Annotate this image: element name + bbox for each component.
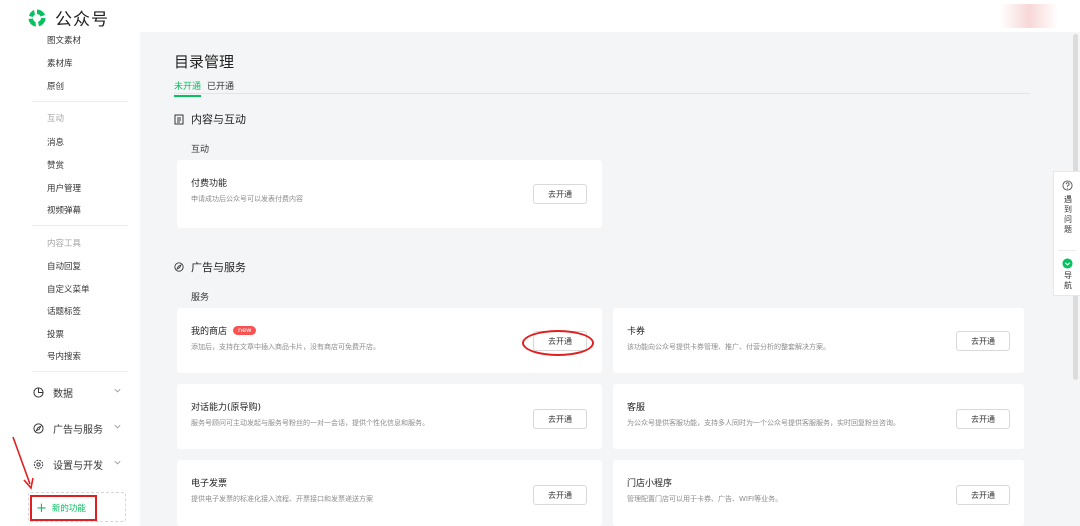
sidebar-item-original[interactable]: 原创 <box>47 80 64 92</box>
top-bar: 公众号 <box>0 0 1080 32</box>
card-coupons: 卡券 该功能向公众号提供卡券管理、推广、付营分析的整套解决方案。 去开通 <box>613 308 1024 373</box>
activate-button[interactable]: 去开通 <box>956 331 1010 351</box>
card-title: 卡券 <box>627 327 646 337</box>
tab-activated[interactable]: 已开通 <box>207 79 234 95</box>
new-feature-label: 新的功能 <box>51 504 86 514</box>
floating-help-panel: 遇到问题 导航 <box>1053 171 1080 296</box>
sidebar-item-articles[interactable]: 图文素材 <box>47 34 81 46</box>
compass-icon <box>33 423 44 434</box>
sidebar-section-data[interactable]: 数据 <box>33 385 121 400</box>
section-content-interaction: 内容与互动 <box>174 111 246 127</box>
tab-not-activated[interactable]: 未开通 <box>174 79 202 97</box>
chart-pie-icon <box>33 387 44 398</box>
chevron-down-icon <box>114 460 121 465</box>
card-title: 对话能力(原导购) <box>191 403 262 413</box>
sidebar: 图文素材 素材库 原创 互动 消息 赞赏 用户管理 视频弹幕 内容工具 自动回复… <box>0 32 140 526</box>
sidebar-group-interaction: 互动 <box>47 114 65 124</box>
card-e-invoice: 电子发票 提供电子发票的标准化接入流程、开票接口和发票递送方案 去开通 <box>177 460 602 526</box>
main-content: 目录管理 未开通 已开通 内容与互动 互动 付费功能 申请成功后公众号可以发表付… <box>140 32 1053 526</box>
highlight-ellipse <box>522 330 594 356</box>
card-store-mini-program: 门店小程序 管理配置门店可以用于卡券、广告、WIFI等业务。 去开通 <box>613 460 1024 526</box>
card-customer-service: 客服 为公众号提供客服功能，支持多人同时为一个公众号提供客服服务，实时回复粉丝咨… <box>613 384 1024 449</box>
sidebar-divider <box>32 225 128 226</box>
wechat-official-logo-icon <box>28 8 46 26</box>
activate-button[interactable]: 去开通 <box>956 485 1010 505</box>
card-desc: 申请成功后公众号可以发表付费内容 <box>191 195 303 203</box>
sidebar-item-video-danmaku[interactable]: 视频弹幕 <box>47 204 81 216</box>
help-label[interactable]: 遇到问题 <box>1064 195 1073 235</box>
question-icon[interactable] <box>1062 180 1073 191</box>
account-avatar[interactable] <box>1000 4 1058 28</box>
section-title: 内容与互动 <box>191 113 246 126</box>
sidebar-section-label: 数据 <box>53 389 73 400</box>
logo[interactable]: 公众号 <box>27 5 109 30</box>
section-title: 广告与服务 <box>191 261 246 274</box>
sidebar-divider <box>32 101 128 102</box>
activate-button[interactable]: 去开通 <box>533 409 587 429</box>
new-badge: new <box>233 325 257 336</box>
chevron-down-icon <box>114 388 121 393</box>
card-desc: 为公众号提供客服功能，支持多人同时为一个公众号提供客服服务，实时回复粉丝咨询。 <box>627 419 900 427</box>
card-title: 我的商店 <box>191 327 228 337</box>
activate-button[interactable]: 去开通 <box>533 184 587 204</box>
section-subtitle: 互动 <box>191 145 210 155</box>
sidebar-item-appreciation[interactable]: 赞赏 <box>47 159 64 171</box>
page-title: 目录管理 <box>174 53 235 71</box>
sidebar-section-settings-dev[interactable]: 设置与开发 <box>33 457 121 472</box>
card-desc: 提供电子发票的标准化接入流程、开票接口和发票递送方案 <box>191 495 373 503</box>
section-ads-services: 广告与服务 <box>174 259 246 275</box>
sidebar-item-material-library[interactable]: 素材库 <box>47 57 73 69</box>
activate-button[interactable]: 去开通 <box>956 409 1010 429</box>
sidebar-item-voting[interactable]: 投票 <box>47 328 64 340</box>
activate-button[interactable]: 去开通 <box>533 485 587 505</box>
new-feature-button[interactable]: + 新的功能 <box>30 495 97 521</box>
panel-divider <box>1058 250 1076 251</box>
nav-label[interactable]: 导航 <box>1064 271 1073 291</box>
sidebar-divider <box>32 371 128 372</box>
document-icon <box>174 114 184 124</box>
section-subtitle: 服务 <box>191 293 210 303</box>
card-paid-feature: 付费功能 申请成功后公众号可以发表付费内容 去开通 <box>177 160 602 228</box>
tab-bar: 未开通 已开通 <box>174 79 1030 97</box>
sidebar-item-in-account-search[interactable]: 号内搜索 <box>47 350 81 362</box>
card-title: 门店小程序 <box>627 479 673 489</box>
chevron-down-icon <box>114 424 121 429</box>
plus-icon: + <box>36 500 47 516</box>
app-title: 公众号 <box>55 10 109 30</box>
compass-icon <box>174 262 184 272</box>
card-desc: 管理配置门店可以用于卡券、广告、WIFI等业务。 <box>627 495 783 503</box>
navigation-icon[interactable] <box>1062 258 1073 269</box>
sidebar-group-tools: 内容工具 <box>47 239 82 249</box>
card-title: 电子发票 <box>191 479 228 489</box>
card-title: 付费功能 <box>191 179 228 189</box>
sidebar-item-topic-tags[interactable]: 话题标签 <box>47 305 81 317</box>
sidebar-item-messages[interactable]: 消息 <box>47 136 64 148</box>
sidebar-item-user-management[interactable]: 用户管理 <box>47 182 81 194</box>
sidebar-section-label: 设置与开发 <box>53 461 103 472</box>
card-conversation: 对话能力(原导购) 服务号顾问可主动发起与服务号粉丝的一对一会话，提供个性化信息… <box>177 384 602 449</box>
card-desc: 该功能向公众号提供卡券管理、推广、付营分析的整套解决方案。 <box>627 343 830 351</box>
gear-icon <box>33 459 44 470</box>
sidebar-section-ads-services[interactable]: 广告与服务 <box>33 421 121 436</box>
sidebar-item-auto-reply[interactable]: 自动回复 <box>47 260 81 272</box>
sidebar-item-custom-menu[interactable]: 自定义菜单 <box>47 283 90 295</box>
card-desc: 服务号顾问可主动发起与服务号粉丝的一对一会话，提供个性化信息和服务。 <box>191 419 429 427</box>
sidebar-section-label: 广告与服务 <box>53 425 103 436</box>
card-title: 客服 <box>627 403 646 413</box>
card-desc: 添加后，支持在文章中插入商品卡片，没有商店可免费开店。 <box>191 343 380 351</box>
